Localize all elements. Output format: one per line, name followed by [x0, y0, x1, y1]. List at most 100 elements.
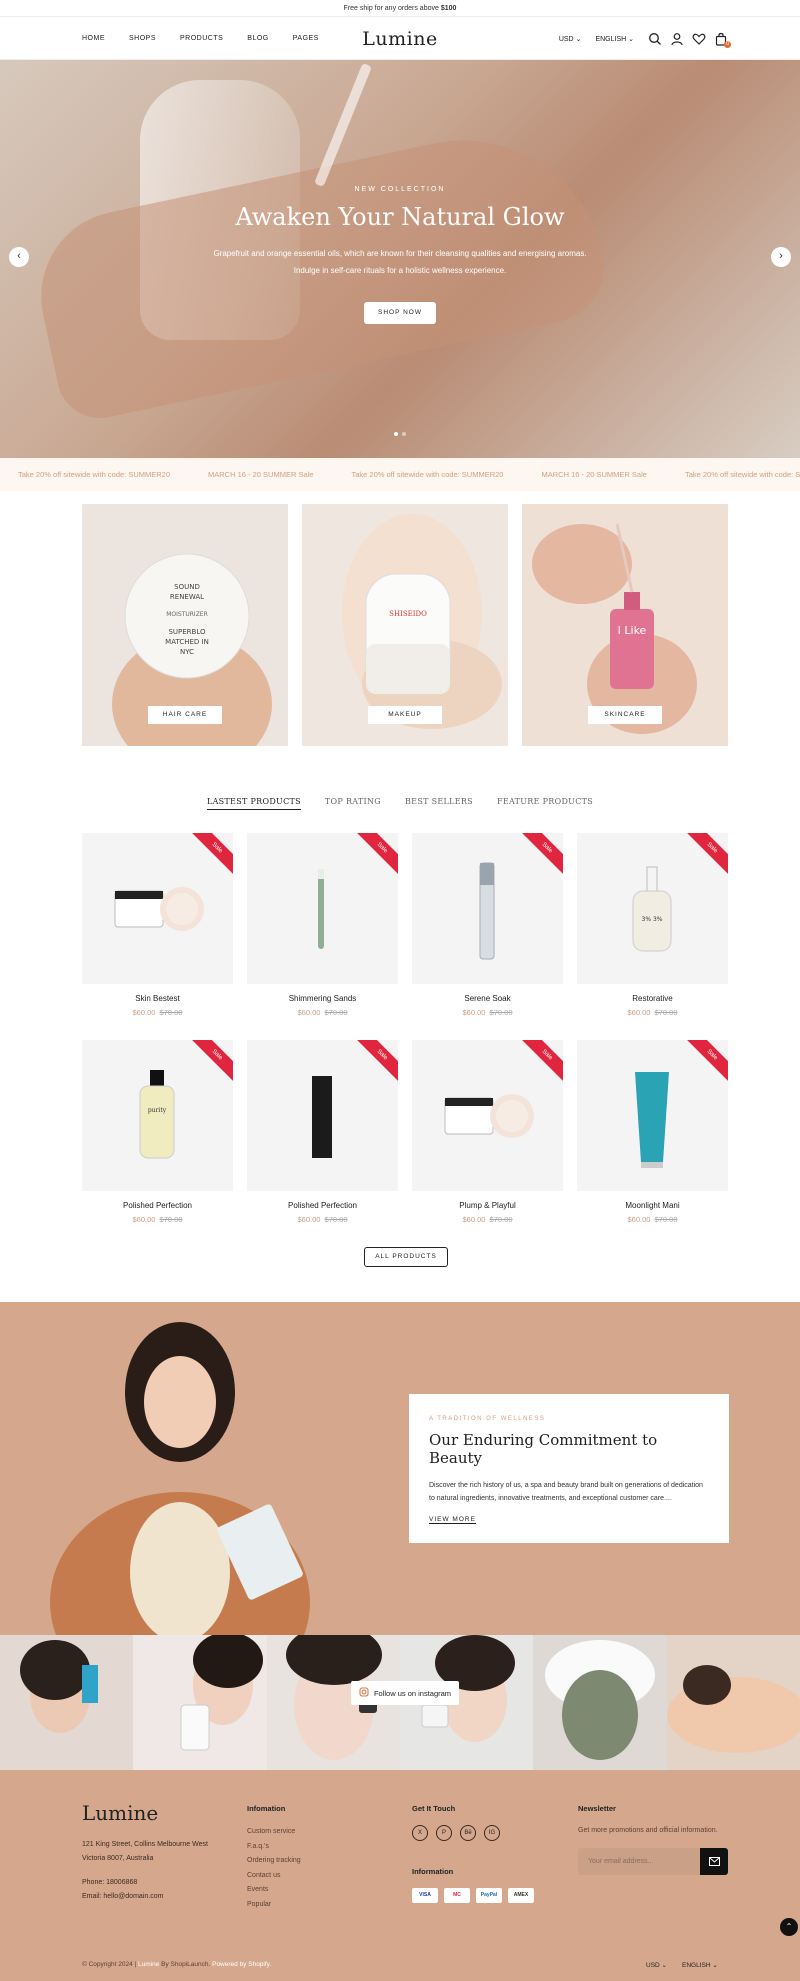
product-name[interactable]: Shimmering Sands — [247, 994, 398, 1003]
product-card[interactable]: 3% 3% Sale Restorative $60.00 $70.00 — [577, 833, 728, 1017]
account-icon[interactable] — [670, 32, 684, 46]
copyright-powered[interactable]: Powered by Shopify. — [212, 1961, 271, 1968]
price-current: $60.00 — [627, 1008, 651, 1017]
product-image[interactable]: Sale — [247, 833, 398, 984]
twitter-x-icon[interactable]: X — [412, 1825, 428, 1841]
product-card[interactable]: purity Sale Polished Perfection $60.00 $… — [82, 1040, 233, 1224]
footer-link[interactable]: Events — [247, 1883, 301, 1898]
product-image[interactable]: Sale — [412, 1040, 563, 1191]
currency-selector[interactable]: USD ⌄ — [559, 35, 582, 43]
footer-link[interactable]: Popular — [247, 1898, 301, 1913]
product-price: $60.00 $70.00 — [412, 1008, 563, 1017]
payment-methods: VISA MC PayPal AMEX — [412, 1888, 534, 1903]
hero-dot-2[interactable] — [402, 432, 406, 436]
footer-language-selector[interactable]: ENGLISH ⌄ — [682, 1961, 718, 1969]
pinterest-icon[interactable]: P — [436, 1825, 452, 1841]
svg-text:I Like: I Like — [618, 624, 647, 637]
footer-link[interactable]: Custom service — [247, 1825, 301, 1840]
hero-content: NEW COLLECTION Awaken Your Natural Glow … — [0, 186, 800, 324]
product-name[interactable]: Polished Perfection — [247, 1201, 398, 1210]
product-image[interactable]: 3% 3% Sale — [577, 833, 728, 984]
address-line-1: 121 King Street, Collins Melbourne West — [82, 1841, 208, 1848]
category-skincare[interactable]: I Like SKINCARE — [522, 504, 728, 746]
brand-story-section: A TRADITION OF WELLNESS Our Enduring Com… — [0, 1302, 800, 1635]
marquee-item: MARCH 16 - 20 SUMMER Sale — [208, 470, 314, 479]
tab-top-rating[interactable]: TOP RATING — [325, 797, 381, 810]
product-image[interactable]: Sale — [82, 833, 233, 984]
hero-next-arrow-icon[interactable]: › — [771, 247, 791, 267]
mastercard-icon: MC — [444, 1888, 470, 1903]
copyright-brand[interactable]: Lumine — [138, 1961, 159, 1968]
footer-link[interactable]: Ordering tracking — [247, 1854, 301, 1869]
product-card[interactable]: Sale Serene Soak $60.00 $70.00 — [412, 833, 563, 1017]
product-image[interactable]: purity Sale — [82, 1040, 233, 1191]
language-selector[interactable]: ENGLISH ⌄ — [595, 35, 634, 43]
product-image[interactable]: Sale — [577, 1040, 728, 1191]
category-hair-care[interactable]: SOUND RENEWAL MOISTURIZER SUPERBLO MATCH… — [82, 504, 288, 746]
svg-text:NYC: NYC — [180, 648, 194, 656]
announcement-bar: Free ship for any orders above $100 — [0, 0, 800, 17]
marquee-item: Take 20% off sitewide with code: SUMMER2… — [684, 470, 800, 479]
newsletter-text: Get more promotions and official informa… — [578, 1827, 718, 1834]
newsletter-email-input[interactable]: Your email address... — [578, 1848, 700, 1875]
product-card[interactable]: Sale Polished Perfection $60.00 $70.00 — [247, 1040, 398, 1224]
footer-link[interactable]: F.a.q.'s — [247, 1840, 301, 1855]
hero-dot-1[interactable] — [394, 432, 398, 436]
product-name[interactable]: Restorative — [577, 994, 728, 1003]
instagram-tile[interactable] — [666, 1635, 800, 1770]
marquee-item: MARCH 16 - 20 SUMMER Sale — [541, 470, 647, 479]
instagram-icon[interactable]: IG — [484, 1825, 500, 1841]
product-name[interactable]: Serene Soak — [412, 994, 563, 1003]
hero-prev-arrow-icon[interactable]: ‹ — [9, 247, 29, 267]
product-name[interactable]: Moonlight Mani — [577, 1201, 728, 1210]
search-icon[interactable] — [648, 32, 662, 46]
product-name[interactable]: Polished Perfection — [82, 1201, 233, 1210]
instagram-tile[interactable] — [533, 1635, 667, 1770]
all-products-button[interactable]: ALL PRODUCTS — [364, 1247, 448, 1267]
hero-title: Awaken Your Natural Glow — [235, 203, 565, 231]
product-name[interactable]: Skin Bestest — [82, 994, 233, 1003]
tab-feature-products[interactable]: FEATURE PRODUCTS — [497, 797, 593, 810]
promo-marquee: Take 20% off sitewide with code: SUMMER2… — [0, 458, 800, 491]
cart-icon[interactable]: 0 — [714, 32, 731, 48]
category-label-hair-care[interactable]: HAIR CARE — [148, 706, 222, 724]
newsletter-submit-button[interactable] — [700, 1848, 728, 1875]
svg-text:SOUND: SOUND — [174, 583, 200, 591]
tab-best-sellers[interactable]: BEST SELLERS — [405, 797, 473, 810]
behance-icon[interactable]: Bē — [460, 1825, 476, 1841]
footer-language-value: ENGLISH — [682, 1962, 711, 1969]
footer-logo[interactable]: Lumine — [82, 1801, 158, 1825]
instagram-tile[interactable] — [133, 1635, 267, 1770]
instagram-tile[interactable] — [0, 1635, 134, 1770]
price-current: $60.00 — [462, 1008, 486, 1017]
product-name[interactable]: Plump & Playful — [412, 1201, 563, 1210]
instagram-icon — [359, 1687, 369, 1699]
shop-now-button[interactable]: SHOP NOW — [364, 302, 436, 324]
price-current: $60.00 — [297, 1215, 321, 1224]
marquee-item: Take 20% off sitewide with code: SUMMER2… — [351, 470, 504, 479]
copyright-prefix: © Copyright 2024 | — [82, 1961, 137, 1968]
product-card[interactable]: Sale Plump & Playful $60.00 $70.00 — [412, 1040, 563, 1224]
footer-email[interactable]: Email: hello@domain.com — [82, 1890, 163, 1904]
footer-currency-selector[interactable]: USD ⌄ — [646, 1961, 667, 1969]
marquee-item: Take 20% off sitewide with code: SUMMER2… — [18, 470, 171, 479]
site-header: HOME SHOPS PRODUCTS BLOG PAGES Lumine US… — [0, 17, 800, 60]
wishlist-heart-icon[interactable] — [692, 32, 706, 46]
brand-story-card: A TRADITION OF WELLNESS Our Enduring Com… — [409, 1394, 729, 1543]
product-image[interactable]: Sale — [247, 1040, 398, 1191]
price-current: $60.00 — [627, 1215, 651, 1224]
product-card[interactable]: Sale Shimmering Sands $60.00 $70.00 — [247, 833, 398, 1017]
tab-latest-products[interactable]: LASTEST PRODUCTS — [206, 797, 301, 810]
category-makeup[interactable]: SHISEIDO MAKEUP — [302, 504, 508, 746]
product-card[interactable]: Sale Skin Bestest $60.00 $70.00 — [82, 833, 233, 1017]
product-card[interactable]: Sale Moonlight Mani $60.00 $70.00 — [577, 1040, 728, 1224]
view-more-link[interactable]: VIEW MORE — [429, 1516, 476, 1524]
footer-link[interactable]: Contact us — [247, 1869, 301, 1884]
chevron-down-icon: ⌄ — [628, 35, 634, 43]
category-label-makeup[interactable]: MAKEUP — [368, 706, 442, 724]
send-mail-icon — [708, 1856, 720, 1867]
follow-instagram-button[interactable]: Follow us on instagram — [351, 1681, 459, 1705]
scroll-to-top-button[interactable]: ⌃ — [780, 1918, 798, 1936]
category-label-skincare[interactable]: SKINCARE — [588, 706, 662, 724]
product-image[interactable]: Sale — [412, 833, 563, 984]
